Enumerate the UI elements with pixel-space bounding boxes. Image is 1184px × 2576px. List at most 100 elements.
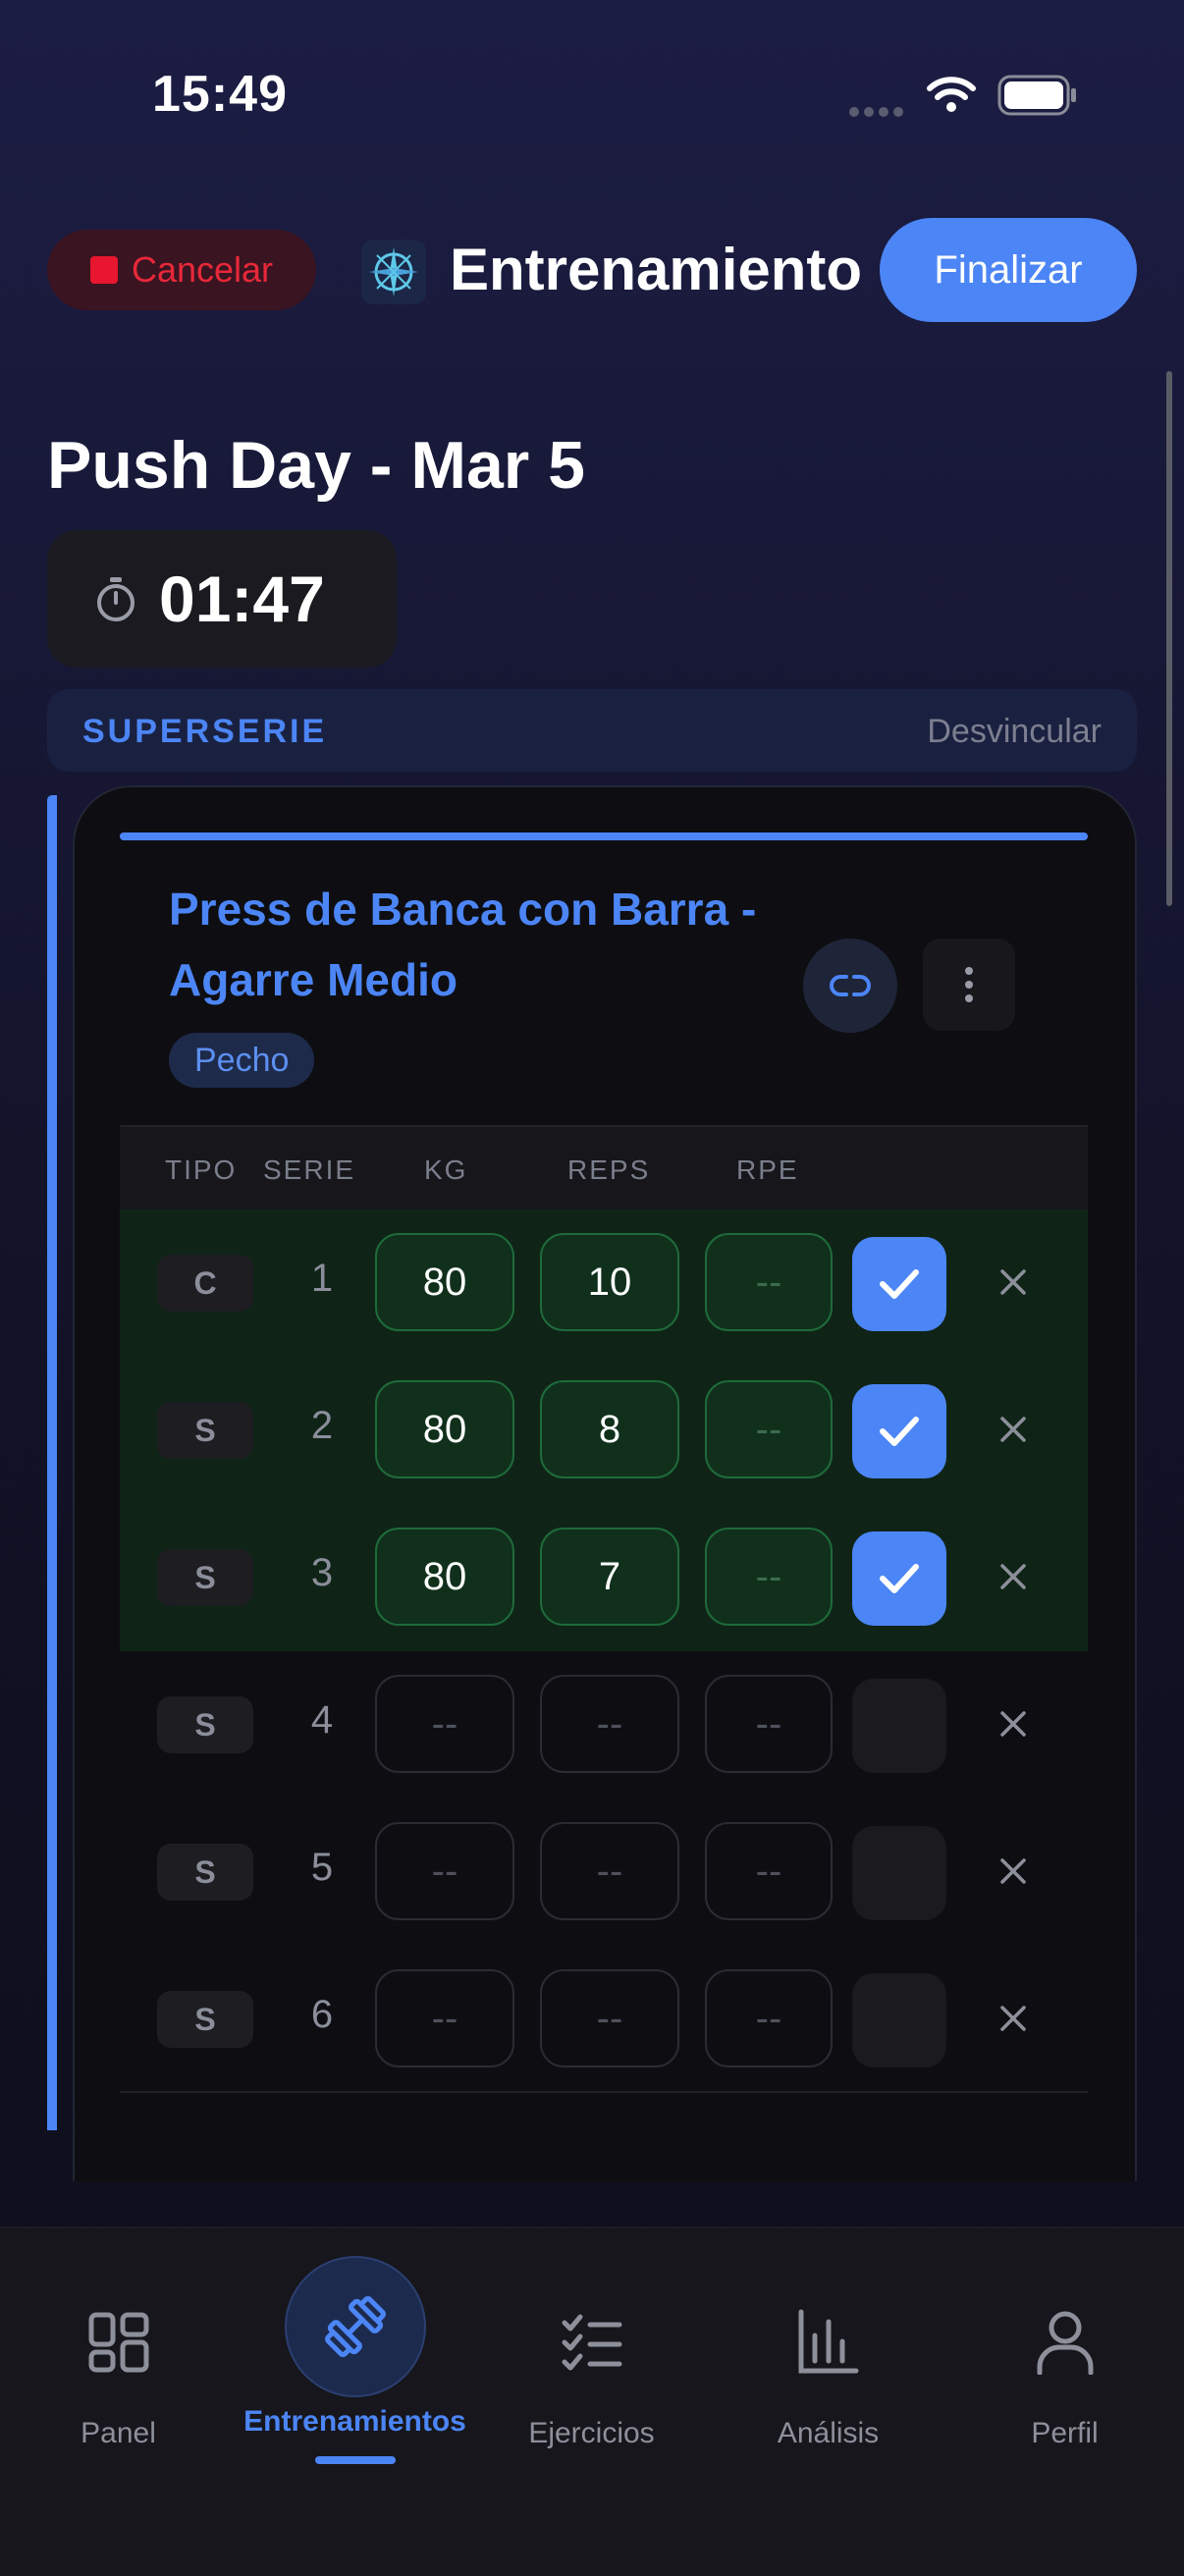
cancel-label: Cancelar: [131, 249, 274, 290]
delete-set-button[interactable]: [984, 1989, 1043, 2048]
set-type-pill[interactable]: S: [157, 1549, 253, 1606]
active-tab-indicator: [314, 2456, 396, 2464]
rpe-input[interactable]: --: [705, 1233, 833, 1331]
tab-analisis[interactable]: Análisis: [710, 2228, 946, 2484]
person-icon: [1037, 2311, 1093, 2375]
header-kg: KG: [424, 1154, 468, 1185]
set-row: S 6 -- -- --: [120, 1946, 1088, 2093]
tab-entrenamientos[interactable]: Entrenamientos: [237, 2228, 473, 2484]
reps-input[interactable]: 7: [540, 1528, 679, 1626]
page-title: Entrenamiento: [450, 237, 863, 302]
set-type-pill[interactable]: S: [157, 1844, 253, 1901]
set-number: 6: [310, 1993, 334, 2036]
stopwatch-icon: [97, 577, 135, 621]
unlink-button[interactable]: Desvincular: [927, 713, 1102, 751]
tab-panel[interactable]: Panel: [0, 2228, 237, 2484]
set-type-pill[interactable]: S: [157, 1696, 253, 1753]
set-row: S 3 80 7 --: [120, 1504, 1088, 1651]
kg-input[interactable]: 80: [375, 1380, 514, 1478]
tab-bar: Panel Entrenamientos Ejercicios Análisis…: [0, 2227, 1184, 2576]
superset-accent-bar: [47, 795, 57, 2130]
exercise-name-line2: Agarre Medio: [169, 954, 457, 1005]
finish-button[interactable]: Finalizar: [880, 218, 1137, 322]
tab-ejercicios-label: Ejercicios: [528, 2417, 655, 2449]
link-icon: [830, 975, 871, 996]
tab-ejercicios[interactable]: Ejercicios: [473, 2228, 710, 2484]
sets-table-header: TIPO SERIE KG REPS RPE: [120, 1125, 1088, 1211]
complete-set-checkbox[interactable]: [852, 1531, 946, 1626]
header-tipo: TIPO: [165, 1154, 238, 1185]
kg-input[interactable]: 80: [375, 1528, 514, 1626]
app-logo: [361, 240, 426, 304]
tab-perfil-label: Perfil: [1031, 2417, 1099, 2449]
complete-set-checkbox[interactable]: [852, 1973, 946, 2067]
rpe-input[interactable]: --: [705, 1969, 833, 2067]
reps-input[interactable]: --: [540, 1822, 679, 1920]
set-row: S 5 -- -- --: [120, 1798, 1088, 1946]
grid-icon: [88, 2312, 148, 2373]
set-number: 2: [310, 1404, 334, 1447]
delete-set-button[interactable]: [984, 1842, 1043, 1901]
delete-set-button[interactable]: [984, 1547, 1043, 1606]
status-time: 15:49: [152, 66, 288, 123]
close-icon: [1000, 1711, 1026, 1737]
tab-perfil[interactable]: Perfil: [946, 2228, 1183, 2484]
timer-value: 01:47: [159, 563, 325, 635]
scrollbar[interactable]: [1166, 371, 1172, 906]
signal-dots-icon: [849, 104, 908, 122]
kg-input[interactable]: --: [375, 1822, 514, 1920]
table-bottom-divider: [120, 2091, 1088, 2093]
more-options-button[interactable]: [923, 939, 1015, 1031]
reps-input[interactable]: --: [540, 1969, 679, 2067]
delete-set-button[interactable]: [984, 1694, 1043, 1753]
header-rpe: RPE: [736, 1154, 799, 1185]
kg-input[interactable]: --: [375, 1675, 514, 1773]
complete-set-checkbox[interactable]: [852, 1826, 946, 1920]
tab-analisis-label: Análisis: [777, 2417, 880, 2449]
checkmark-icon: [880, 1564, 919, 1593]
set-row: S 2 80 8 --: [120, 1357, 1088, 1504]
set-number: 3: [310, 1551, 334, 1594]
set-type-pill[interactable]: C: [157, 1255, 253, 1312]
tab-entrenamientos-label: Entrenamientos: [243, 2405, 466, 2438]
cancel-button[interactable]: Cancelar: [47, 230, 316, 310]
superset-header: SUPERSERIE Desvincular: [47, 689, 1137, 772]
reps-input[interactable]: 10: [540, 1233, 679, 1331]
superset-link-button[interactable]: [803, 939, 897, 1033]
set-type-pill[interactable]: S: [157, 1991, 253, 2048]
close-icon: [1000, 1269, 1026, 1295]
tab-panel-label: Panel: [81, 2417, 156, 2449]
close-icon: [1000, 1564, 1026, 1589]
rpe-input[interactable]: --: [705, 1380, 833, 1478]
stop-icon: [89, 256, 118, 284]
header-reps: REPS: [567, 1154, 651, 1185]
kg-input[interactable]: --: [375, 1969, 514, 2067]
delete-set-button[interactable]: [984, 1253, 1043, 1312]
set-number: 1: [310, 1257, 334, 1300]
set-row: C 1 80 10 --: [120, 1209, 1088, 1357]
checkmark-icon: [880, 1269, 919, 1299]
set-number: 5: [310, 1846, 334, 1889]
card-top-accent: [120, 832, 1088, 840]
kg-input[interactable]: 80: [375, 1233, 514, 1331]
wifi-icon: [927, 77, 976, 112]
reps-input[interactable]: --: [540, 1675, 679, 1773]
delete-set-button[interactable]: [984, 1400, 1043, 1459]
rpe-input[interactable]: --: [705, 1675, 833, 1773]
checkmark-icon: [880, 1417, 919, 1446]
close-icon: [1000, 1858, 1026, 1884]
workout-timer: 01:47: [47, 530, 397, 668]
complete-set-checkbox[interactable]: [852, 1237, 946, 1331]
header-serie: SERIE: [263, 1154, 356, 1185]
complete-set-checkbox[interactable]: [852, 1384, 946, 1478]
set-type-pill[interactable]: S: [157, 1402, 253, 1459]
reps-input[interactable]: 8: [540, 1380, 679, 1478]
close-icon: [1000, 2006, 1026, 2031]
set-number: 4: [310, 1698, 334, 1742]
workout-title[interactable]: Push Day - Mar 5: [47, 427, 585, 504]
rpe-input[interactable]: --: [705, 1822, 833, 1920]
complete-set-checkbox[interactable]: [852, 1679, 946, 1773]
rpe-input[interactable]: --: [705, 1528, 833, 1626]
superset-label: SUPERSERIE: [82, 713, 328, 750]
exercise-name[interactable]: Press de Banca con Barra - Agarre Medio: [169, 874, 817, 1015]
